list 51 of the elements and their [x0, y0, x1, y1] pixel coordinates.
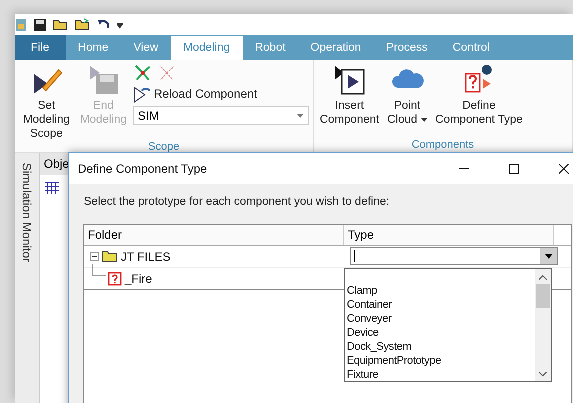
caret-icon [545, 254, 553, 258]
instruction-text: Select the prototype for each component you wish to define: [84, 196, 391, 208]
floppy-disk-icon [88, 64, 120, 96]
customize-menu-icon[interactable] [117, 20, 123, 28]
set-modeling-scope-button[interactable]: Set Modeling Scope [19, 60, 74, 141]
axes-icon[interactable] [133, 64, 153, 82]
dropdown-button[interactable] [540, 248, 557, 264]
point-cloud-button[interactable]: Point Cloud [385, 60, 430, 139]
tree-item-label[interactable]: JT FILES [121, 250, 171, 264]
insert-icon [334, 64, 366, 96]
save-icon[interactable] [33, 18, 47, 32]
dropdown-option[interactable]: Fixture [345, 368, 535, 382]
column-header[interactable]: Type [344, 225, 554, 245]
column-header[interactable]: Folder [84, 225, 344, 245]
open-folder-icon[interactable] [75, 18, 91, 32]
dropdown-option[interactable]: Container [345, 298, 535, 312]
file-menu-tab[interactable]: File [15, 35, 66, 60]
dropdown-option[interactable]: Device [345, 326, 535, 340]
text-cursor [354, 250, 355, 262]
reload-component-button[interactable]: Reload Component [133, 85, 309, 103]
tree-connector-line [92, 264, 106, 278]
insert-component-button[interactable]: Insert Component [318, 60, 382, 139]
open-folder-icon[interactable] [53, 18, 69, 32]
define-component-type-button[interactable]: Define Component Type [434, 60, 525, 139]
grid-icon [44, 181, 60, 195]
app-icon [15, 18, 27, 32]
side-panel-tab[interactable]: Simulation Monitor [15, 153, 40, 403]
close-icon [559, 164, 569, 174]
scrollbar-thumb[interactable] [536, 284, 550, 308]
maximize-icon [509, 164, 519, 174]
scroll-up-icon[interactable] [539, 275, 547, 280]
undo-icon[interactable] [97, 18, 111, 30]
side-tab-label: Simulation Monitor [20, 163, 34, 262]
scope-combo-box[interactable]: SIM [133, 106, 309, 125]
dropdown-option[interactable]: EquipmentPrototype [345, 354, 535, 368]
group-label: Scope [147, 141, 181, 154]
dropdown-option[interactable]: Clamp [345, 284, 535, 298]
folder-icon [102, 250, 118, 263]
dropdown-option[interactable]: Dock_System [345, 340, 535, 354]
scrollbar[interactable] [535, 269, 551, 381]
axes-icon[interactable] [157, 64, 177, 82]
reload-icon [133, 85, 151, 103]
dropdown-option[interactable]: Conveyer [345, 312, 535, 326]
unknown-component-icon [108, 272, 122, 286]
group-label: Components [410, 139, 476, 152]
minimize-icon [459, 168, 469, 169]
scroll-down-icon[interactable] [539, 372, 547, 377]
caret-icon [297, 114, 304, 118]
ribbon-tab[interactable]: Modeling [170, 36, 243, 60]
tree-item-label[interactable]: _Fire [125, 272, 152, 286]
collapse-icon[interactable] [90, 252, 99, 261]
